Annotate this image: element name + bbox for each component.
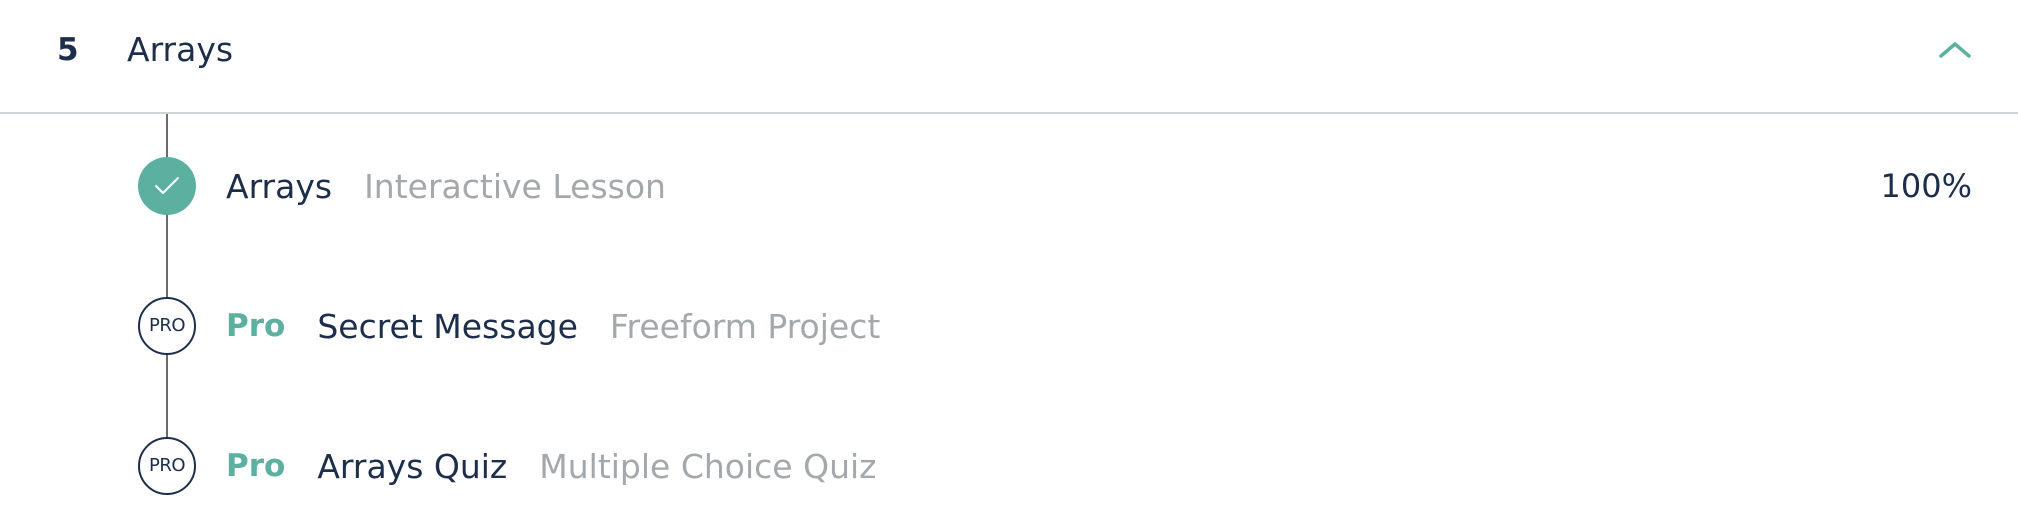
lesson-type: Freeform Project [609, 306, 881, 346]
checkmark-icon [155, 177, 179, 194]
lesson-title[interactable]: Arrays [226, 167, 332, 206]
module-header[interactable]: 5 Arrays [0, 0, 2018, 114]
lesson-title[interactable]: Arrays Quiz [317, 447, 507, 486]
lesson-title[interactable]: Secret Message [317, 307, 578, 346]
chevron-up-icon[interactable] [1938, 36, 1972, 64]
pro-label: Pro [226, 448, 286, 484]
lesson-row[interactable]: PRO Pro Arrays Quiz Multiple Choice Quiz [0, 431, 2018, 501]
pro-status-badge: PRO [138, 297, 196, 355]
lesson-row[interactable]: PRO Pro Secret Message Freeform Project [0, 291, 2018, 361]
lesson-progress: 100% [1880, 167, 1972, 205]
lesson-type: Multiple Choice Quiz [539, 446, 877, 486]
module-number: 5 [57, 32, 79, 68]
pro-label: Pro [226, 308, 286, 344]
lesson-type: Interactive Lesson [364, 166, 666, 206]
module-title: Arrays [127, 30, 234, 69]
completed-status-badge [138, 157, 196, 215]
lesson-row[interactable]: Arrays Interactive Lesson 100% [0, 151, 2018, 221]
pro-status-badge: PRO [138, 437, 196, 495]
